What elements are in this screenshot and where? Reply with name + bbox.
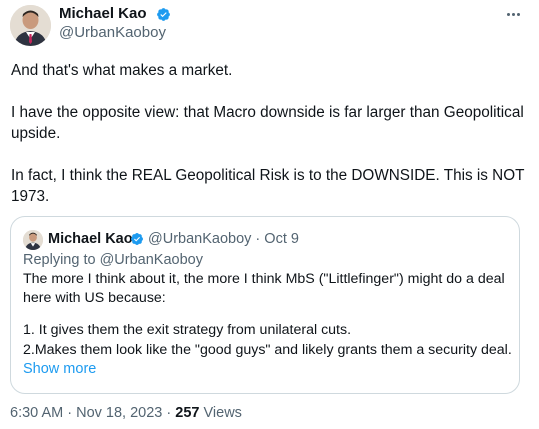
meta-separator: · <box>255 231 261 247</box>
quoted-text-line: here with US because: <box>23 290 166 306</box>
views-label: Views <box>203 405 242 421</box>
quoted-tweet[interactable]: Michael Kao @UrbanKaoboy · Oct 9 Replyin… <box>10 216 520 394</box>
tweet-date: Nov 18, 2023 <box>76 405 163 421</box>
avatar-photo-icon <box>23 230 43 250</box>
meta-separator: · <box>67 405 73 421</box>
author-handle[interactable]: @UrbanKaoboy <box>59 24 166 42</box>
tweet-footer: 6:30 AM · Nov 18, 2023 · 257 Views <box>10 404 242 422</box>
quoted-date: Oct 9 <box>264 231 299 247</box>
quoted-author-handle: @UrbanKaoboy <box>148 231 252 247</box>
quoted-meta: @UrbanKaoboy · Oct 9 <box>148 230 299 248</box>
tweet-timestamp[interactable]: 6:30 AM · Nov 18, 2023 <box>10 405 162 421</box>
verified-badge-icon <box>157 8 170 21</box>
tweet-paragraph: I have the opposite view: that Macro dow… <box>11 104 524 142</box>
views-count: 257 <box>175 405 200 421</box>
verified-badge-icon <box>131 233 143 245</box>
show-more-link[interactable]: Show more <box>23 360 96 379</box>
tweet-paragraph: In fact, I think the REAL Geopolitical R… <box>11 167 525 205</box>
more-options-button[interactable] <box>500 4 526 24</box>
meta-separator: · <box>166 405 172 421</box>
quoted-author-name: Michael Kao <box>48 231 133 247</box>
avatar-photo-icon <box>10 5 51 46</box>
tweet-paragraph: And that's what makes a market. <box>11 62 233 79</box>
author-name[interactable]: Michael Kao <box>59 5 147 23</box>
quoted-avatar <box>23 230 43 250</box>
quoted-text-line: 2.Makes them look like the "good guys" a… <box>23 342 513 358</box>
quoted-text-line: The more I think about it, the more I th… <box>23 271 505 287</box>
tweet-time: 6:30 AM <box>10 405 64 421</box>
tweet: Michael Kao @UrbanKaoboy And that's what… <box>0 0 539 429</box>
replying-to: Replying to @UrbanKaoboy <box>23 252 203 268</box>
quoted-text-line: 1. It gives them the exit strategy from … <box>23 322 352 338</box>
more-horizontal-icon <box>506 12 510 16</box>
avatar[interactable] <box>10 5 51 46</box>
